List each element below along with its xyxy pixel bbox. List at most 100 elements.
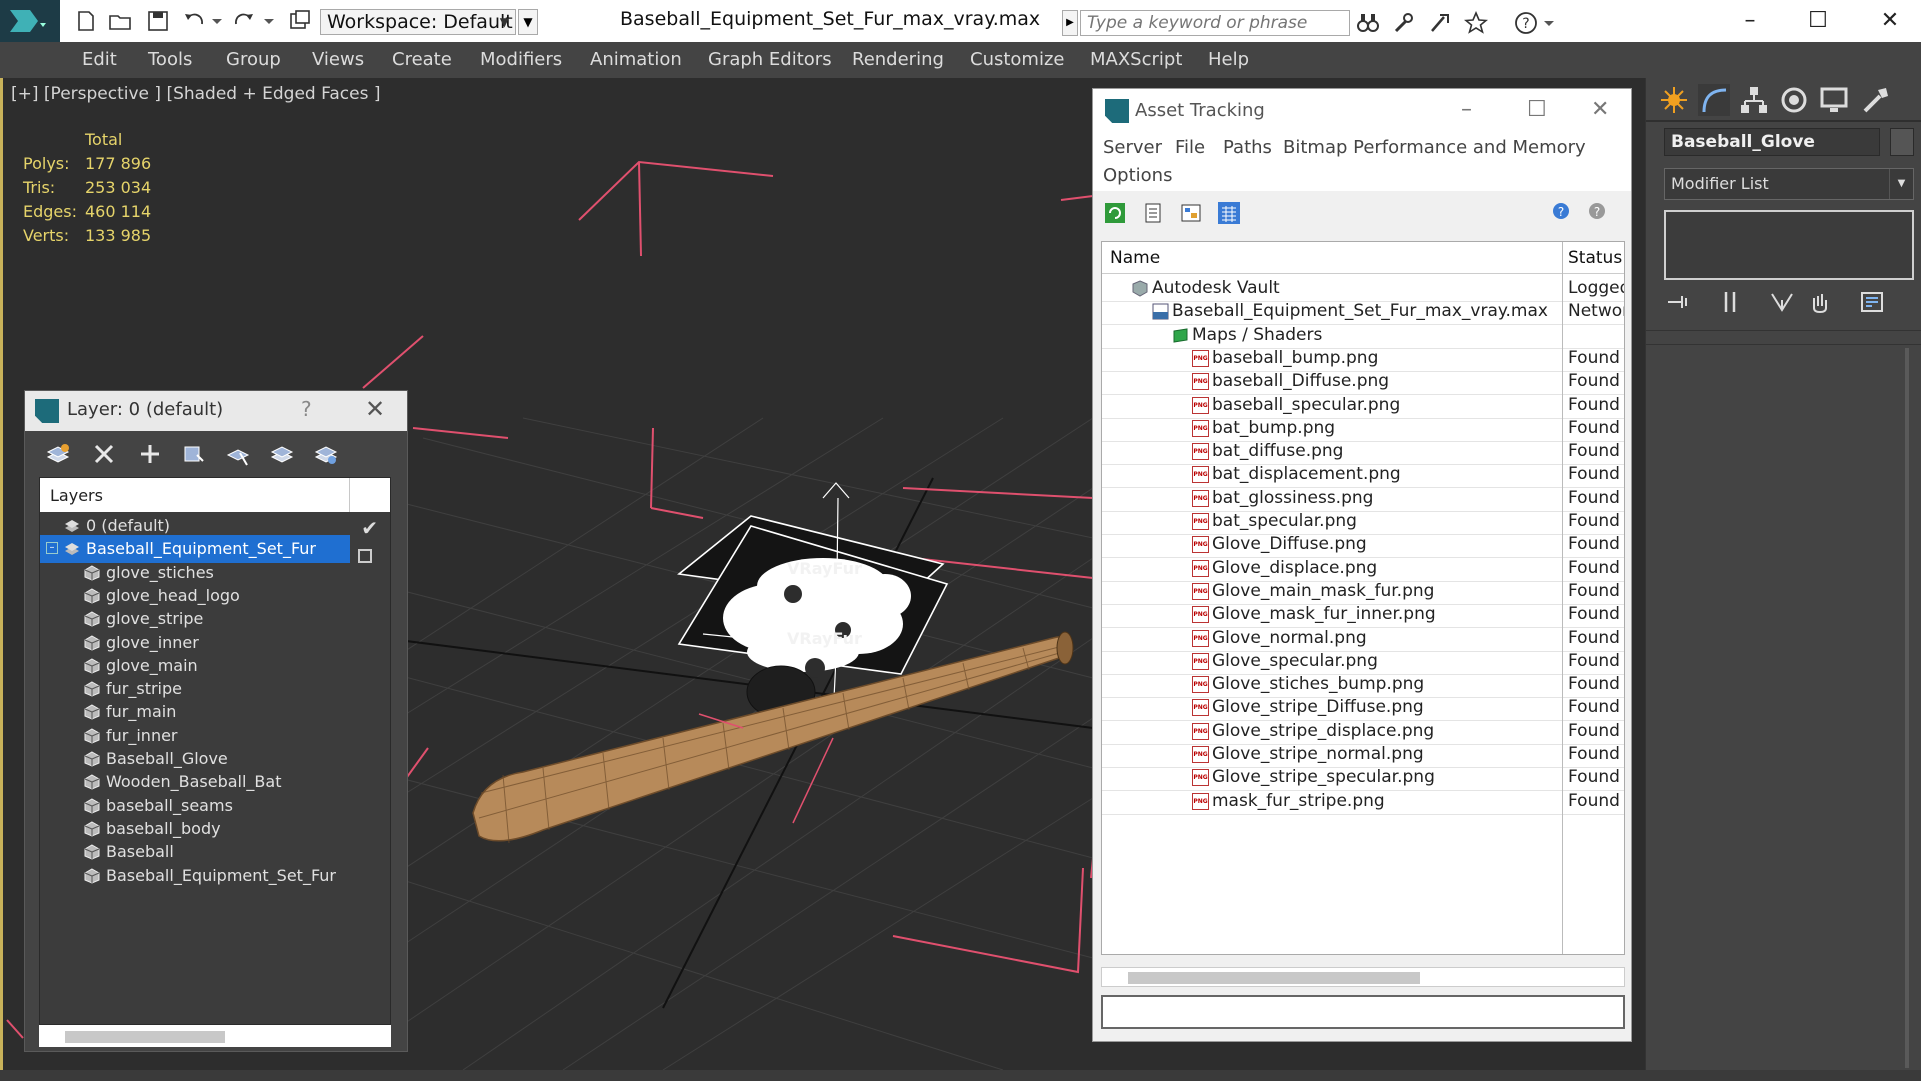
scrollbar-thumb[interactable] (65, 1031, 225, 1043)
remove-modifier-icon[interactable] (1806, 288, 1834, 316)
vertical-scrollbar[interactable] (1905, 348, 1909, 1068)
asset-dialog-titlebar[interactable]: Asset Tracking – ☐ ✕ (1093, 89, 1631, 133)
menu-create[interactable]: Create (392, 49, 452, 70)
expand-collapse-icon[interactable]: – (46, 542, 58, 555)
undo-icon[interactable] (182, 9, 206, 33)
asset-table[interactable]: Name Status Autodesk Vault Logged Baseball… (1101, 241, 1625, 955)
menu-bitmap-performance[interactable]: Bitmap Performance and Memory (1283, 137, 1586, 158)
menu-maxscript[interactable]: MAXScript (1090, 49, 1182, 70)
layer-row[interactable]: Baseball_Equipment_Set_Fur (40, 862, 350, 890)
undo-dropdown-icon[interactable] (210, 9, 224, 33)
list-view-icon[interactable] (1141, 201, 1165, 225)
maximize-button[interactable]: ☐ (1527, 97, 1547, 122)
hide-unhide-layers-icon[interactable] (313, 441, 339, 467)
help-icon[interactable]: ? (1514, 11, 1538, 35)
asset-path-field[interactable] (1101, 995, 1625, 1029)
new-icon[interactable] (74, 9, 98, 33)
close-button[interactable]: ✕ (365, 395, 385, 423)
current-layer-toggle[interactable] (358, 549, 372, 563)
maximize-button[interactable]: ☐ (1798, 6, 1838, 36)
checkmark-icon[interactable]: ✔ (361, 516, 378, 540)
scene-statistics: Total Polys: 177 896 Tris: 253 034 Edges: 4… (23, 128, 151, 248)
redo-dropdown-icon[interactable] (262, 9, 276, 33)
menu-paths[interactable]: Paths (1223, 137, 1272, 158)
layer-dialog-titlebar[interactable]: Layer: 0 (default) ? ✕ (25, 391, 407, 431)
png-icon: PNG (1192, 722, 1209, 740)
modifier-list-dropdown[interactable]: Modifier List ▼ (1664, 168, 1914, 200)
png-icon: PNG (1192, 443, 1209, 461)
horizontal-scrollbar[interactable] (1101, 967, 1625, 987)
binoculars-icon[interactable] (1356, 11, 1380, 35)
search-input[interactable] (1080, 10, 1350, 36)
add-selection-icon[interactable] (181, 441, 207, 467)
menu-rendering[interactable]: Rendering (852, 49, 944, 70)
modifier-stack[interactable] (1664, 210, 1914, 280)
asset-toolbar: ? ? (1093, 193, 1631, 231)
search-expand-button[interactable]: ▶ (1062, 10, 1078, 36)
project-icon[interactable] (288, 9, 312, 33)
object-color-swatch[interactable] (1890, 128, 1914, 156)
name-column-header[interactable]: Name (1110, 248, 1160, 268)
create-tab-icon[interactable] (1658, 84, 1690, 116)
menu-graph-editors[interactable]: Graph Editors (708, 49, 832, 70)
refresh-icon[interactable] (1103, 201, 1127, 225)
hierarchy-tab-icon[interactable] (1738, 84, 1770, 116)
modify-tab-icon[interactable] (1698, 84, 1730, 116)
tree-view-icon[interactable] (1179, 201, 1203, 225)
context-help-icon[interactable]: ? (1587, 201, 1611, 225)
minimize-button[interactable]: – (1730, 6, 1770, 36)
layer-label: glove_main (106, 655, 198, 675)
horizontal-scrollbar[interactable] (39, 1025, 391, 1047)
menu-options[interactable]: Options (1103, 165, 1172, 186)
status-column-header[interactable]: Status (1568, 248, 1622, 268)
workspace-menu-button[interactable]: ▼ (518, 9, 538, 35)
sign-in-icon[interactable] (1428, 11, 1452, 35)
help-button[interactable]: ? (301, 397, 312, 421)
scrollbar-thumb[interactable] (1128, 972, 1420, 984)
asset-menu-bar: Server File Paths Bitmap Performance and… (1093, 133, 1631, 191)
configure-modifier-sets-icon[interactable] (1858, 288, 1886, 316)
menu-customize[interactable]: Customize (970, 49, 1064, 70)
menu-help[interactable]: Help (1208, 49, 1249, 70)
asset-row[interactable]: PNG mask_fur_stripe.png Found (1102, 787, 1624, 815)
png-icon: PNG (1192, 419, 1209, 437)
select-layer-objects-icon[interactable] (225, 441, 251, 467)
menu-modifiers[interactable]: Modifiers (480, 49, 562, 70)
layers-column-header[interactable]: Layers (40, 478, 390, 512)
stats-row: Edges: 460 114 (23, 200, 151, 224)
help-icon[interactable]: ? (1551, 201, 1575, 225)
menu-animation[interactable]: Animation (590, 49, 682, 70)
make-unique-icon[interactable] (1768, 288, 1796, 316)
motion-tab-icon[interactable] (1778, 84, 1810, 116)
layer-stack-icon[interactable] (45, 441, 71, 467)
help-dropdown-icon[interactable] (1542, 11, 1556, 35)
display-tab-icon[interactable] (1818, 84, 1850, 116)
tools-icon[interactable] (1392, 11, 1416, 35)
pin-stack-icon[interactable] (1664, 288, 1692, 316)
app-logo-icon[interactable] (0, 0, 60, 42)
object-name-field[interactable]: Baseball_Glove (1664, 128, 1880, 156)
minimize-button[interactable]: – (1461, 97, 1472, 122)
open-icon[interactable] (108, 9, 132, 33)
utilities-tab-icon[interactable] (1860, 84, 1892, 116)
highlight-layer-icon[interactable] (269, 441, 295, 467)
viewport-label[interactable]: [+] [Perspective ] [Shaded + Edged Faces… (11, 84, 380, 104)
menu-tools[interactable]: Tools (148, 49, 192, 70)
layer-list[interactable]: Layers 0 (default) Baseball_Equipment_Set… (39, 477, 391, 1025)
menu-server[interactable]: Server (1103, 137, 1162, 158)
asset-name: Baseball_Equipment_Set_Fur_max_vray.max (1172, 301, 1548, 322)
close-button[interactable]: ✕ (1591, 97, 1609, 122)
workspace-dropdown[interactable]: Workspace: Default ▼ (320, 9, 516, 35)
add-layer-icon[interactable] (137, 441, 163, 467)
show-end-result-icon[interactable] (1716, 288, 1744, 316)
redo-icon[interactable] (232, 9, 256, 33)
save-icon[interactable] (146, 9, 170, 33)
menu-group[interactable]: Group (226, 49, 281, 70)
menu-file[interactable]: File (1175, 137, 1205, 158)
close-button[interactable]: ✕ (1870, 6, 1910, 36)
menu-views[interactable]: Views (312, 49, 364, 70)
table-view-icon[interactable] (1217, 201, 1241, 225)
star-icon[interactable] (1464, 11, 1488, 35)
delete-layer-icon[interactable] (91, 441, 117, 467)
menu-edit[interactable]: Edit (82, 49, 117, 70)
